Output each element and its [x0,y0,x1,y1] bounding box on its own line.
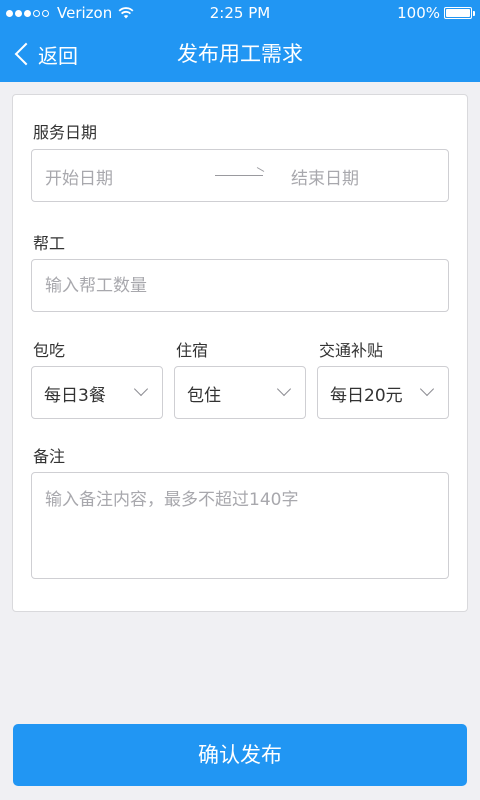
helper-label: 帮工 [33,234,66,253]
end-date-picker[interactable]: 结束日期 [291,164,359,189]
date-range-field: 开始日期 结束日期 [31,149,449,202]
helper-count-input[interactable] [31,259,449,312]
arrow-head [256,167,265,172]
remarks-label: 备注 [33,447,66,466]
chevron-down-icon [276,381,292,397]
lodging-select-value: 包住 [187,386,221,406]
form-card: 服务日期 开始日期 结束日期 帮工 包吃 住宿 交通补贴 每日3餐 包住 每日2… [12,94,468,612]
back-label: 返回 [38,43,78,68]
remarks-textarea[interactable] [31,472,449,579]
lodging-select[interactable]: 包住 [174,366,306,419]
confirm-publish-button[interactable]: 确认发布 [13,724,467,786]
arrow-right-icon [215,175,263,176]
chevron-left-icon [14,42,38,66]
status-right: 100% [397,4,475,22]
meals-label: 包吃 [33,341,66,360]
chevron-down-icon [133,381,149,397]
lodging-label: 住宿 [176,341,209,360]
transport-label: 交通补贴 [319,341,384,360]
battery-tip [473,11,475,16]
battery-fill [446,9,470,17]
transport-select[interactable]: 每日20元 [317,366,449,419]
meals-select[interactable]: 每日3餐 [31,366,163,419]
nav-bar: 返回 发布用工需求 [0,26,480,82]
chevron-down-icon [419,381,435,397]
status-bar: Verizon 2:25 PM 100% [0,0,480,26]
back-button[interactable]: 返回 [12,26,78,82]
start-date-picker[interactable]: 开始日期 [45,164,113,189]
meals-select-value: 每日3餐 [44,386,106,406]
transport-select-value: 每日20元 [330,386,403,406]
battery-icon [444,7,475,19]
battery-percent: 100% [397,4,440,22]
service-date-label: 服务日期 [33,123,98,142]
